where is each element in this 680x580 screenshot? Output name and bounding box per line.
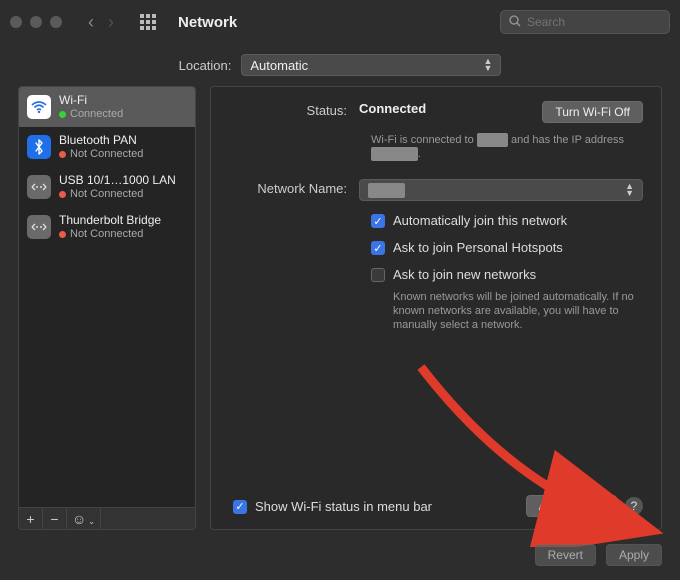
network-name-value: ████ (368, 183, 405, 198)
nav-arrows: ‹ › (88, 12, 114, 33)
sidebar-item-thunderbolt[interactable]: Thunderbolt Bridge Not Connected (19, 207, 195, 247)
location-label: Location: (179, 58, 232, 73)
sidebar-item-label: Wi-Fi (59, 93, 123, 107)
auto-join-checkbox[interactable]: ✓ (371, 214, 385, 228)
window-title: Network (178, 14, 237, 31)
sidebar-item-status: Connected (59, 107, 123, 121)
ask-new-label: Ask to join new networks (393, 267, 536, 282)
revert-button[interactable]: Revert (535, 544, 596, 566)
search-input[interactable] (527, 15, 680, 29)
advanced-button[interactable]: Advanced… (526, 495, 617, 517)
ask-new-checkbox[interactable] (371, 268, 385, 282)
sidebar-item-label: Thunderbolt Bridge (59, 213, 161, 227)
apply-button[interactable]: Apply (606, 544, 662, 566)
show-menu-label: Show Wi-Fi status in menu bar (255, 499, 432, 514)
zoom-icon[interactable] (50, 16, 62, 28)
location-row: Location: Automatic ▲▼ (0, 44, 680, 86)
show-menu-checkbox[interactable]: ✓ (233, 500, 247, 514)
titlebar: ‹ › Network (0, 0, 680, 44)
service-menu-button[interactable]: ☺︎⌄ (67, 508, 101, 529)
chevron-down-icon: ⌄ (88, 517, 95, 526)
back-button[interactable]: ‹ (88, 12, 94, 33)
remove-service-button[interactable]: − (43, 508, 67, 529)
chevron-updown-icon: ▲▼ (625, 183, 634, 197)
service-list: Wi-Fi Connected Bluetooth PAN Not Connec… (18, 86, 196, 508)
wifi-icon (27, 95, 51, 119)
location-value: Automatic (250, 58, 308, 73)
status-hint: Wi-Fi is connected to ████ and has the I… (371, 133, 643, 161)
bluetooth-icon (27, 135, 51, 159)
minimize-icon[interactable] (30, 16, 42, 28)
traffic-lights (10, 16, 62, 28)
sidebar-item-usb-lan[interactable]: USB 10/1…1000 LAN Not Connected (19, 167, 195, 207)
forward-button[interactable]: › (108, 12, 114, 33)
annotation-arrow (401, 357, 680, 547)
location-select[interactable]: Automatic ▲▼ (241, 54, 501, 76)
help-button[interactable]: ? (625, 497, 643, 515)
chevron-updown-icon: ▲▼ (483, 58, 492, 72)
network-prefs-window: ‹ › Network Location: Automatic ▲▼ (0, 0, 680, 580)
sidebar-item-label: USB 10/1…1000 LAN (59, 173, 176, 187)
show-all-icon[interactable] (140, 14, 156, 30)
content: Wi-Fi Connected Bluetooth PAN Not Connec… (0, 86, 680, 536)
sidebar-footer: + − ☺︎⌄ (18, 508, 196, 530)
bottom-buttons: Revert Apply (0, 536, 680, 580)
status-value: Connected (359, 101, 426, 116)
search-icon (509, 15, 521, 30)
sidebar-item-status: Not Connected (59, 227, 161, 241)
close-icon[interactable] (10, 16, 22, 28)
ethernet-icon (27, 175, 51, 199)
ask-hotspot-checkbox[interactable]: ✓ (371, 241, 385, 255)
auto-join-label: Automatically join this network (393, 213, 567, 228)
ask-hotspot-label: Ask to join Personal Hotspots (393, 240, 563, 255)
status-label: Status: (229, 101, 359, 123)
add-service-button[interactable]: + (19, 508, 43, 529)
sidebar-item-status: Not Connected (59, 187, 176, 201)
sidebar-item-label: Bluetooth PAN (59, 133, 143, 147)
detail-panel: Status: Connected Turn Wi-Fi Off Wi-Fi i… (210, 86, 662, 530)
turn-wifi-off-button[interactable]: Turn Wi-Fi Off (542, 101, 643, 123)
thunderbolt-icon (27, 215, 51, 239)
sidebar-item-wifi[interactable]: Wi-Fi Connected (19, 87, 195, 127)
network-name-label: Network Name: (229, 179, 359, 201)
sidebar: Wi-Fi Connected Bluetooth PAN Not Connec… (18, 86, 196, 530)
ask-new-help: Known networks will be joined automatica… (393, 290, 643, 332)
sidebar-item-status: Not Connected (59, 147, 143, 161)
sidebar-item-bluetooth[interactable]: Bluetooth PAN Not Connected (19, 127, 195, 167)
network-name-select[interactable]: ████ ▲▼ (359, 179, 643, 201)
search-field[interactable] (500, 10, 670, 34)
